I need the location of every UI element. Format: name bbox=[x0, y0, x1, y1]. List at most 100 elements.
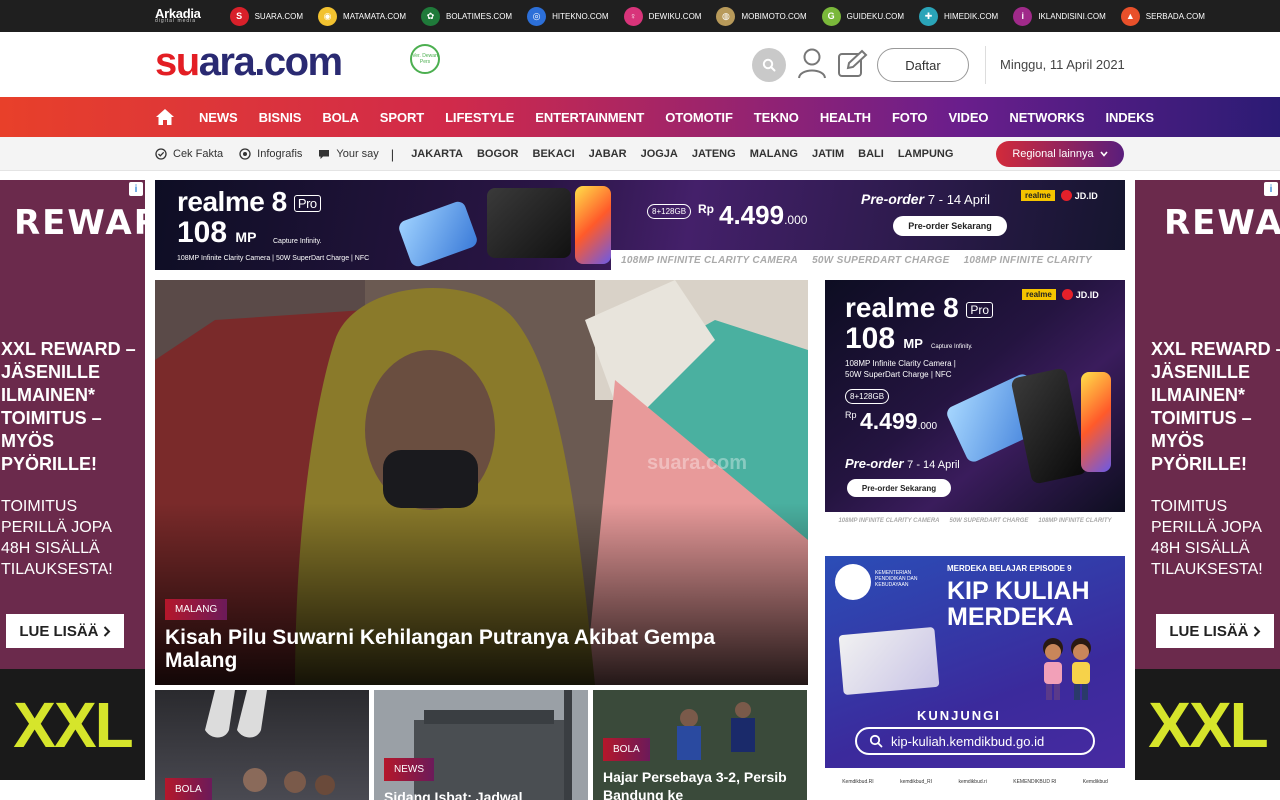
nav-item-sport[interactable]: SPORT bbox=[380, 110, 424, 125]
home-icon[interactable] bbox=[155, 108, 175, 126]
realme-ad-right[interactable]: realme 8 Pro 108 MP Capture Infinity. 10… bbox=[825, 280, 1125, 512]
ad-cta-button[interactable]: LUE LISÄÄ bbox=[6, 614, 124, 648]
network-site-link[interactable]: G GUIDEKU.COM bbox=[821, 6, 904, 26]
search-button[interactable] bbox=[752, 48, 786, 82]
ad-info-icon[interactable]: i bbox=[1264, 182, 1278, 196]
strip-text: 50W SUPERDART CHARGE bbox=[949, 518, 1029, 524]
banner-partner-logos: realme JD.ID bbox=[1021, 190, 1098, 201]
sub-nav: Cek Fakta Infografis Your say | JAKARTA B… bbox=[0, 137, 1280, 171]
hero-category-badge[interactable]: MALANG bbox=[165, 599, 228, 620]
nav-item-news[interactable]: NEWS bbox=[199, 110, 238, 125]
chevron-right-icon bbox=[103, 625, 111, 637]
network-site-link[interactable]: ✿ BOLATIMES.COM bbox=[421, 6, 512, 26]
regional-dropdown-button[interactable]: Regional lainnya bbox=[996, 141, 1124, 167]
strip-text: 108MP INFINITE CLARITY CAMERA bbox=[621, 254, 799, 266]
banner-capture: Capture Infinity. bbox=[273, 238, 322, 245]
kip-ministry: KEMENTERIAN PENDIDIKAN DAN KEBUDAYAAN bbox=[875, 570, 918, 588]
news-card[interactable]: BOLA Hajar Persebaya 3-2, Persib Bandung… bbox=[593, 690, 807, 800]
nav-item-health[interactable]: HEALTH bbox=[820, 110, 871, 125]
ad-price-value: 4.499 bbox=[860, 408, 918, 434]
network-site-icon: ◍ bbox=[716, 6, 736, 26]
banner-pro-tag: Pro bbox=[293, 195, 321, 213]
region-link-jateng[interactable]: JATENG bbox=[692, 148, 736, 160]
preorder-dates: 7 - 14 April bbox=[907, 459, 960, 471]
subnav-infografis[interactable]: Infografis bbox=[239, 148, 302, 160]
card-category-badge[interactable]: NEWS bbox=[384, 758, 434, 781]
network-site-link[interactable]: ✚ HIMEDIK.COM bbox=[918, 6, 999, 26]
network-site-link[interactable]: ◎ HITEKNO.COM bbox=[527, 6, 609, 26]
region-link-bali[interactable]: BALI bbox=[858, 148, 884, 160]
main-nav: NEWS BISNIS BOLA SPORT LIFESTYLE ENTERTAINMEN… bbox=[0, 97, 1280, 137]
xxl-logo: XXL bbox=[1148, 688, 1268, 761]
network-site-label: MATAMATA.COM bbox=[343, 11, 407, 21]
network-site-link[interactable]: i IKLANDISINI.COM bbox=[1013, 6, 1106, 26]
news-card[interactable]: NEWS Sidang Isbat: Jadwal bbox=[374, 690, 588, 800]
strip-text: 108MP INFINITE CLARITY bbox=[963, 254, 1093, 266]
ad-partner-logos: realme JD.ID bbox=[1022, 289, 1099, 300]
ad-xxl-band: XXL bbox=[1135, 669, 1280, 780]
jd-dot-icon bbox=[1060, 190, 1072, 201]
social-handle: Kemdikbud bbox=[1082, 779, 1108, 785]
card-title[interactable]: Sidang Isbat: Jadwal bbox=[384, 788, 584, 800]
edit-icon[interactable] bbox=[836, 48, 868, 80]
side-ad-left[interactable]: i REWARD XXL REWARD –JÄSENILLE ILMAINEN*… bbox=[0, 180, 145, 780]
kip-title: KIP KULIAH MERDEKA bbox=[947, 577, 1090, 631]
register-button[interactable]: Daftar bbox=[877, 48, 969, 82]
network-site-label: MOBIMOTO.COM bbox=[741, 11, 807, 21]
card-category-badge[interactable]: BOLA bbox=[165, 778, 212, 800]
nav-item-bola[interactable]: BOLA bbox=[322, 110, 359, 125]
news-card[interactable]: BOLA bbox=[155, 690, 369, 800]
ad-price: 4.499.000 bbox=[860, 408, 937, 435]
region-link-malang[interactable]: MALANG bbox=[750, 148, 798, 160]
network-site-label: HIMEDIK.COM bbox=[943, 11, 999, 21]
nav-item-tekno[interactable]: TEKNO bbox=[754, 110, 799, 125]
preorder-dates: 7 - 14 April bbox=[927, 192, 991, 207]
preorder-label: Pre-order bbox=[845, 456, 904, 471]
verification-badge: Ver. Dewan Pers bbox=[410, 44, 440, 74]
ad-subtext: TOIMITUS PERILLÄ JOPA 48H SISÄLLÄ TILAUK… bbox=[1, 498, 113, 578]
side-ad-right[interactable]: i REWARD XXL REWARD –JÄSENILLE ILMAINEN*… bbox=[1135, 180, 1280, 780]
subnav-cek-fakta[interactable]: Cek Fakta bbox=[155, 148, 223, 160]
arkadia-logo[interactable]: Arkadia digital media bbox=[155, 7, 201, 24]
nav-item-bisnis[interactable]: BISNIS bbox=[259, 110, 302, 125]
kip-url-field[interactable]: kip-kuliah.kemdikbud.go.id bbox=[855, 727, 1095, 755]
nav-item-lifestyle[interactable]: LIFESTYLE bbox=[445, 110, 514, 125]
nav-item-foto[interactable]: FOTO bbox=[892, 110, 928, 125]
ad-xxl-band: XXL bbox=[0, 669, 145, 780]
region-link-jogja[interactable]: JOGJA bbox=[641, 148, 678, 160]
user-icon[interactable] bbox=[796, 46, 828, 80]
suara-logo[interactable]: suara.com bbox=[155, 42, 343, 82]
hero-article[interactable]: suara.com MALANG Kisah Pilu Suwarni Kehi… bbox=[155, 280, 808, 685]
nav-item-indeks[interactable]: INDEKS bbox=[1105, 110, 1154, 125]
network-site-link[interactable]: ◍ MOBIMOTO.COM bbox=[716, 6, 807, 26]
card-title[interactable]: Hajar Persebaya 3-2, Persib Bandung ke bbox=[603, 768, 803, 800]
nav-item-otomotif[interactable]: OTOMOTIF bbox=[665, 110, 733, 125]
card-category-badge[interactable]: BOLA bbox=[603, 738, 650, 761]
network-site-link[interactable]: S SUARA.COM bbox=[229, 6, 303, 26]
network-site-link[interactable]: ▲ SERBADA.COM bbox=[1120, 6, 1205, 26]
kip-kuliah-ad[interactable]: KEMENTERIAN PENDIDIKAN DAN KEBUDAYAAN ME… bbox=[825, 546, 1125, 796]
network-site-link[interactable]: ◉ MATAMATA.COM bbox=[318, 6, 407, 26]
region-link-jabar[interactable]: JABAR bbox=[589, 148, 627, 160]
realme-banner-top[interactable]: realme 8 Pro 108 MP Capture Infinity. 10… bbox=[155, 180, 1125, 270]
network-site-link[interactable]: ♀ DEWIKU.COM bbox=[623, 6, 701, 26]
nav-item-video[interactable]: VIDEO bbox=[948, 110, 988, 125]
ad-reward-logo: REWARD bbox=[1164, 203, 1280, 243]
subnav-your-say[interactable]: Your say bbox=[318, 148, 379, 160]
region-link-jakarta[interactable]: JAKARTA bbox=[411, 148, 463, 160]
region-link-bogor[interactable]: BOGOR bbox=[477, 148, 519, 160]
region-link-lampung[interactable]: LAMPUNG bbox=[898, 148, 954, 160]
region-link-jatim[interactable]: JATIM bbox=[812, 148, 844, 160]
ad-info-icon[interactable]: i bbox=[129, 182, 143, 196]
nav-item-entertainment[interactable]: ENTERTAINMENT bbox=[535, 110, 644, 125]
network-site-icon: ◎ bbox=[527, 6, 547, 26]
banner-preorder-button[interactable]: Pre-order Sekarang bbox=[893, 216, 1007, 236]
nav-item-networks[interactable]: NETWORKS bbox=[1009, 110, 1084, 125]
banner-mp: 108 MP bbox=[177, 216, 256, 250]
region-link-bekaci[interactable]: BEKACI bbox=[533, 148, 575, 160]
hero-title[interactable]: Kisah Pilu Suwarni Kehilangan Putranya A… bbox=[165, 626, 785, 672]
social-handle: kemdikbud_RI bbox=[900, 779, 933, 785]
ad-cta-button[interactable]: LUE LISÄÄ bbox=[1156, 614, 1274, 648]
subnav-divider: | bbox=[390, 146, 395, 162]
ad-preorder-button[interactable]: Pre-order Sekarang bbox=[847, 479, 951, 497]
